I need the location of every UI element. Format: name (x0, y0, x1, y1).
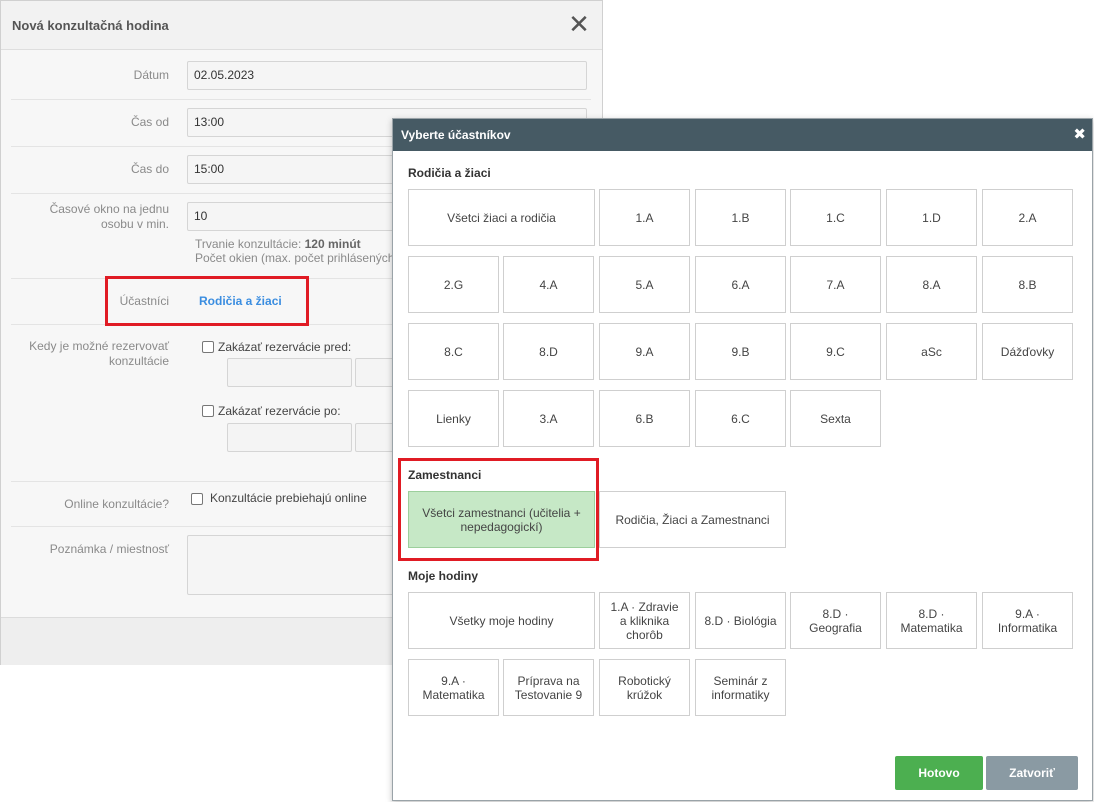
date-input[interactable]: 02.05.2023 (187, 61, 587, 90)
class-tile[interactable]: 9.B (695, 323, 786, 380)
booking-label: Kedy je možné rezervovať konzultácie (29, 339, 169, 368)
parents-students-staff-tile[interactable]: Rodičia, Žiaci a Zamestnanci (599, 491, 786, 548)
modal-header: Vyberte účastníkov ✖ (393, 119, 1092, 151)
lesson-tile[interactable]: 9.A · Informatika (982, 592, 1073, 649)
forbid-before-checkbox[interactable] (202, 341, 214, 353)
class-tile[interactable]: 3.A (503, 390, 594, 447)
slots-hint: Počet okien (max. počet prihlásených (195, 251, 395, 265)
class-tile[interactable]: 8.A (886, 256, 977, 313)
lesson-tile[interactable]: 8.D · Matematika (886, 592, 977, 649)
class-tile[interactable]: 9.C (790, 323, 881, 380)
time-from-label: Čas od (130, 115, 169, 129)
window-label: Časové okno na jednu osobu v min. (49, 202, 169, 231)
class-tile[interactable]: 5.A (599, 256, 690, 313)
class-tile[interactable]: 8.B (982, 256, 1073, 313)
class-tile[interactable]: 8.C (408, 323, 499, 380)
forbid-before-label: Zakázať rezervácie pred: (218, 340, 352, 354)
dialog-header: Nová konzultačná hodina ✕ (1, 1, 602, 50)
forbid-after-time-input[interactable] (355, 423, 395, 452)
section-title-mine: Moje hodiny (408, 569, 478, 583)
class-tile[interactable]: 1.B (695, 189, 786, 246)
lesson-tile[interactable]: 8.D · Biológia (695, 592, 786, 649)
class-tile[interactable]: Dážďovky (982, 323, 1073, 380)
forbid-before-time-input[interactable] (355, 358, 395, 387)
class-tile[interactable]: 9.A (599, 323, 690, 380)
note-textarea[interactable] (187, 535, 397, 595)
class-tile[interactable]: Lienky (408, 390, 499, 447)
lesson-tile[interactable]: Seminár z informatiky (695, 659, 786, 716)
class-tile[interactable]: 1.A (599, 189, 690, 246)
class-tile[interactable]: Sexta (790, 390, 881, 447)
highlight-staff (398, 458, 599, 561)
online-label: Online konzultácie? (64, 497, 169, 511)
lesson-tile[interactable]: 8.D · Geografia (790, 592, 881, 649)
duration-hint: Trvanie konzultácie: 120 minút (195, 237, 361, 251)
class-tile[interactable]: 1.C (790, 189, 881, 246)
dialog-title: Nová konzultačná hodina (12, 18, 169, 33)
class-tile[interactable]: 6.C (695, 390, 786, 447)
all-parents-tile[interactable]: Všetci žiaci a rodičia (408, 189, 595, 246)
class-tile[interactable]: 2.A (982, 189, 1073, 246)
section-title-parents: Rodičia a žiaci (408, 166, 491, 180)
close-icon[interactable]: ✕ (567, 10, 591, 38)
forbid-after-date-input[interactable] (227, 423, 352, 452)
class-tile[interactable]: 4.A (503, 256, 594, 313)
lesson-tile[interactable]: Robotický krúžok (599, 659, 690, 716)
forbid-after-label: Zakázať rezervácie po: (218, 404, 341, 418)
forbid-after-checkbox[interactable] (202, 405, 214, 417)
done-button[interactable]: Hotovo (895, 756, 983, 790)
online-checkbox-label: Konzultácie prebiehajú online (210, 491, 367, 505)
highlight-participants (105, 276, 309, 326)
lesson-tile[interactable]: Príprava na Testovanie 9 (503, 659, 594, 716)
class-tile[interactable]: 1.D (886, 189, 977, 246)
lesson-tile[interactable]: 1.A · Zdravie a kliknika chorôb (599, 592, 690, 649)
class-tile[interactable]: 8.D (503, 323, 594, 380)
class-tile[interactable]: 7.A (790, 256, 881, 313)
lesson-tile[interactable]: 9.A · Matematika (408, 659, 499, 716)
class-tile[interactable]: 6.A (695, 256, 786, 313)
note-label: Poznámka / miestnosť (49, 542, 169, 556)
forbid-before-date-input[interactable] (227, 358, 352, 387)
online-checkbox[interactable] (191, 493, 203, 505)
time-to-label: Čas do (130, 162, 169, 176)
close-button[interactable]: Zatvoriť (986, 756, 1078, 790)
class-tile[interactable]: 6.B (599, 390, 690, 447)
class-tile[interactable]: 2.G (408, 256, 499, 313)
modal-title: Vyberte účastníkov (401, 128, 511, 142)
all-my-lessons-tile[interactable]: Všetky moje hodiny (408, 592, 595, 649)
class-tile[interactable]: aSc (886, 323, 977, 380)
date-label: Dátum (133, 68, 169, 82)
close-icon[interactable]: ✖ (1073, 125, 1086, 143)
